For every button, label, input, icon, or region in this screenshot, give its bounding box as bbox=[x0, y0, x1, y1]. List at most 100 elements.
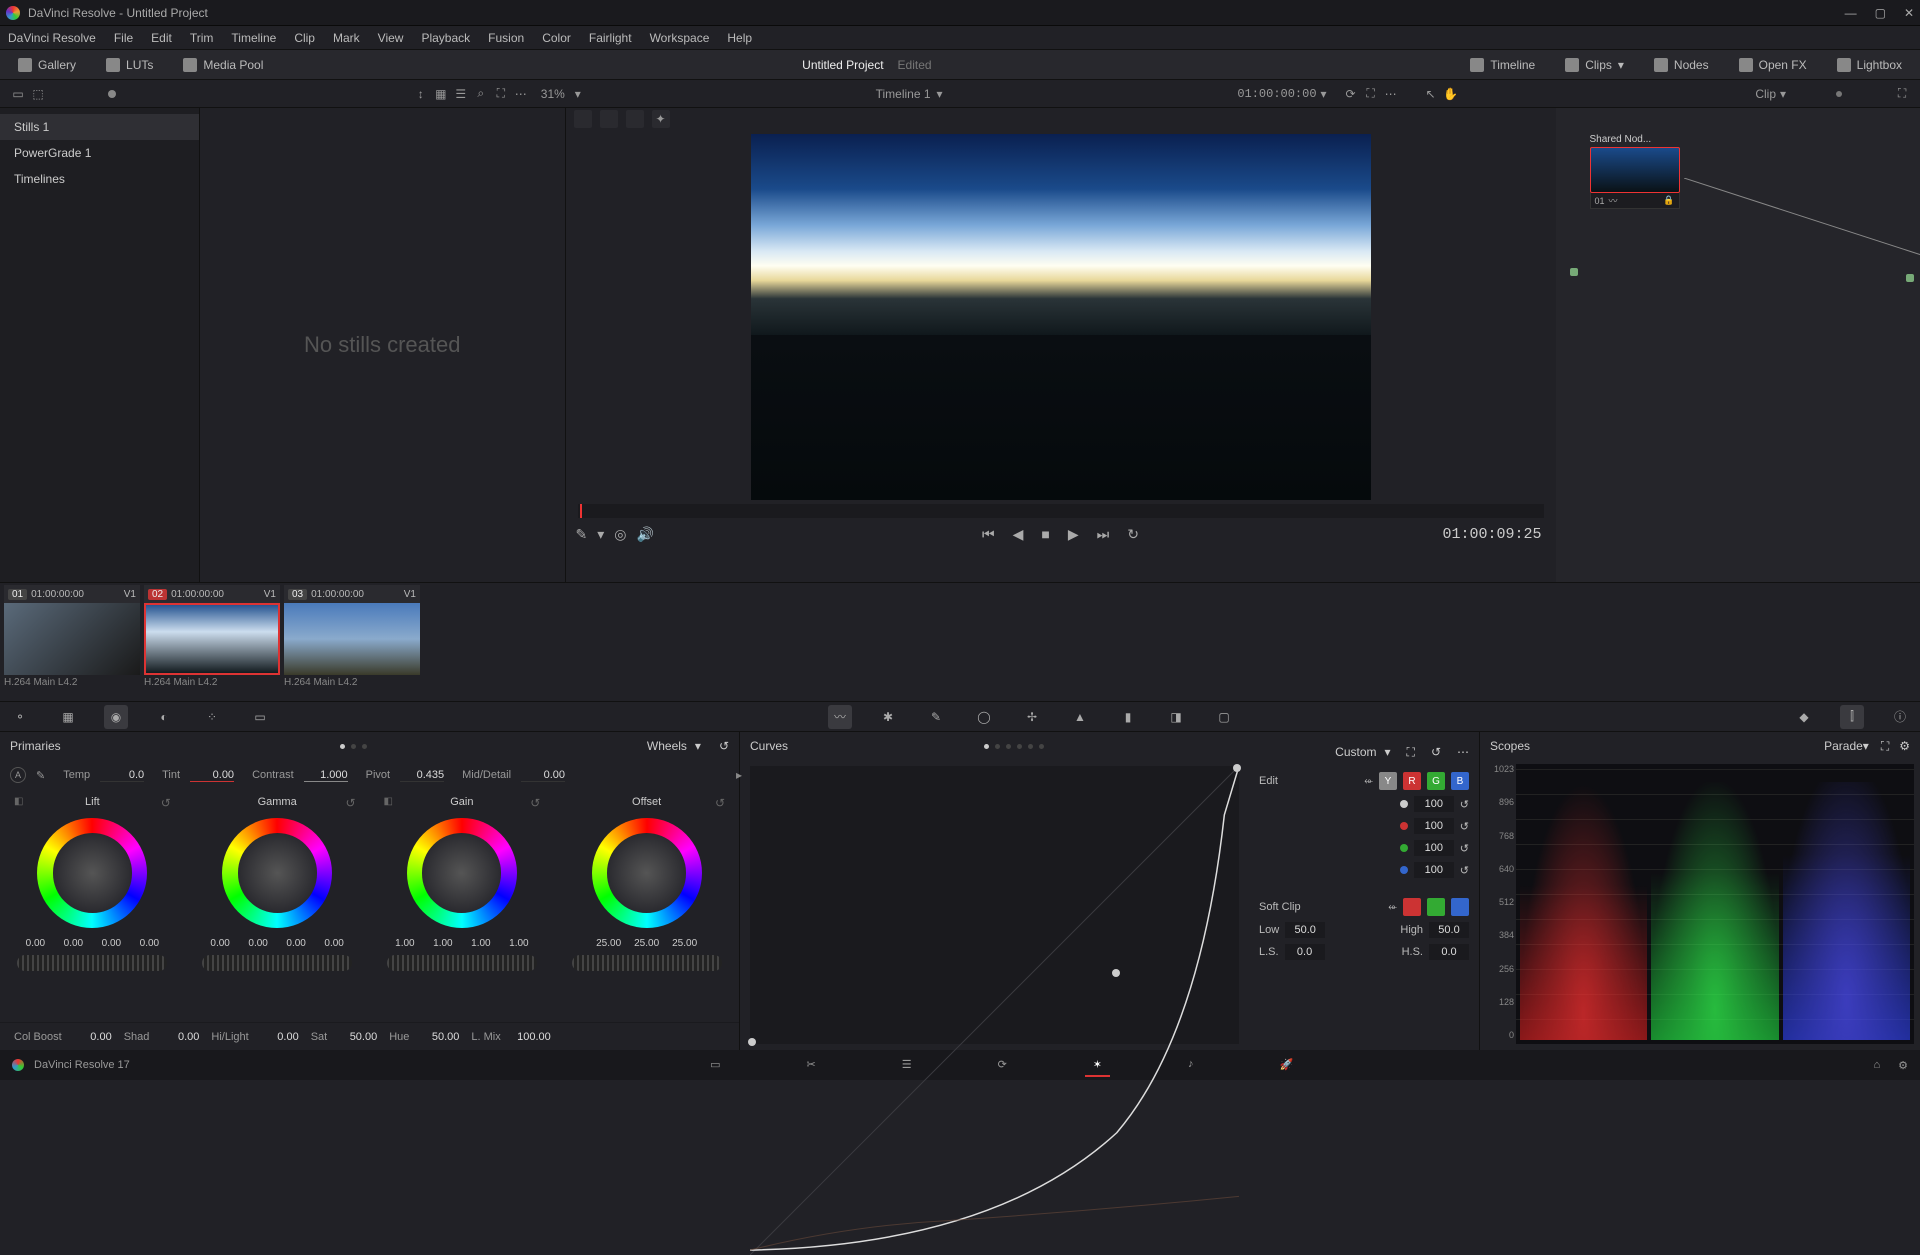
offset-jog[interactable] bbox=[572, 955, 722, 971]
chevron-down-icon[interactable]: ▾ bbox=[1385, 745, 1391, 759]
node-input[interactable] bbox=[1570, 268, 1578, 276]
primaries-mode[interactable]: Wheels bbox=[647, 739, 687, 753]
lightbox-toggle[interactable]: Lightbox bbox=[1829, 55, 1910, 75]
sat-value[interactable]: 50.00 bbox=[335, 1031, 377, 1043]
channel-g[interactable]: G bbox=[1427, 772, 1445, 790]
page-deliver-icon[interactable]: 🚀 bbox=[1272, 1054, 1302, 1077]
highlight-icon[interactable] bbox=[626, 110, 644, 128]
offset-wheel[interactable] bbox=[592, 818, 702, 928]
hand-icon[interactable]: ✋ bbox=[1441, 84, 1461, 104]
reset-icon[interactable]: ↺ bbox=[715, 796, 725, 810]
clip-thumbnail[interactable]: 0201:00:00:00V1 H.264 Main L4.2 bbox=[144, 585, 280, 688]
mediapool-toggle[interactable]: Media Pool bbox=[175, 55, 271, 75]
split-icon[interactable] bbox=[600, 110, 618, 128]
b-intensity[interactable] bbox=[1414, 862, 1454, 878]
reset-icon[interactable]: ↺ bbox=[1460, 820, 1469, 833]
palette-curves-icon[interactable]: 〰 bbox=[828, 705, 852, 729]
bw-picker-icon[interactable]: ◧ bbox=[384, 796, 393, 807]
last-frame-icon[interactable]: ⏭ bbox=[1097, 526, 1110, 543]
node[interactable]: Shared Nod... 01〰🔒 bbox=[1590, 134, 1680, 209]
chevron-down-icon[interactable]: ▾ bbox=[597, 526, 604, 543]
menu-file[interactable]: File bbox=[114, 31, 133, 45]
close-icon[interactable]: ✕ bbox=[1904, 6, 1914, 20]
reset-icon[interactable]: ↺ bbox=[1431, 745, 1441, 759]
palette-hdr-icon[interactable]: ◐ bbox=[152, 705, 176, 729]
menu-davinci[interactable]: DaVinci Resolve bbox=[8, 31, 96, 45]
gallery-powergrade[interactable]: PowerGrade 1 bbox=[0, 140, 199, 166]
curve-point[interactable] bbox=[1233, 764, 1241, 772]
palette-colormatch-icon[interactable]: ▦ bbox=[56, 705, 80, 729]
palette-camera-raw-icon[interactable]: ⚬ bbox=[8, 705, 32, 729]
reset-icon[interactable]: ↺ bbox=[530, 796, 540, 810]
chevron-down-icon[interactable]: ▾ bbox=[575, 87, 581, 101]
reset-icon[interactable]: ↺ bbox=[345, 796, 355, 810]
stills-grab-icon[interactable]: ⬚ bbox=[28, 84, 48, 104]
hilight-value[interactable]: 0.00 bbox=[257, 1031, 299, 1043]
transport-timecode[interactable]: 01:00:09:25 bbox=[1442, 526, 1541, 543]
timeline-toggle[interactable]: Timeline bbox=[1462, 55, 1543, 75]
reset-icon[interactable]: ↺ bbox=[1460, 864, 1469, 877]
nodes-toggle[interactable]: Nodes bbox=[1646, 55, 1717, 75]
gallery-stills[interactable]: Stills 1 bbox=[0, 114, 199, 140]
timecode-in[interactable]: 01:00:00:00 bbox=[1237, 87, 1316, 101]
search-icon[interactable]: ⌕ bbox=[471, 84, 491, 104]
curve-handle-icon[interactable]: ▸ bbox=[736, 768, 742, 782]
timeline-name[interactable]: Timeline 1 bbox=[876, 87, 931, 101]
first-frame-icon[interactable]: ⏮ bbox=[982, 526, 995, 543]
reset-icon[interactable]: ↺ bbox=[161, 796, 171, 810]
palette-blur-icon[interactable]: ▮ bbox=[1116, 705, 1140, 729]
lift-jog[interactable] bbox=[17, 955, 167, 971]
scopes-mode[interactable]: Parade bbox=[1824, 739, 1863, 753]
node-thumbnail[interactable] bbox=[1590, 147, 1680, 193]
info-icon[interactable]: ⓘ bbox=[1888, 705, 1912, 729]
menu-timeline[interactable]: Timeline bbox=[231, 31, 276, 45]
chevron-down-icon[interactable]: ▾ bbox=[1863, 739, 1869, 753]
y-intensity[interactable] bbox=[1414, 796, 1454, 812]
bypass-icon[interactable]: ⟳ bbox=[1341, 84, 1361, 104]
temp-value[interactable]: 0.0 bbox=[100, 769, 144, 782]
openfx-toggle[interactable]: Open FX bbox=[1731, 55, 1815, 75]
fullscreen-icon[interactable]: ⛶ bbox=[1361, 84, 1381, 104]
menu-edit[interactable]: Edit bbox=[151, 31, 172, 45]
node-graph[interactable]: Shared Nod... 01〰🔒 bbox=[1556, 108, 1920, 582]
home-icon[interactable]: ⌂ bbox=[1873, 1059, 1880, 1072]
viewer[interactable] bbox=[751, 134, 1371, 500]
menu-playback[interactable]: Playback bbox=[421, 31, 470, 45]
shad-value[interactable]: 0.00 bbox=[157, 1031, 199, 1043]
gain-jog[interactable] bbox=[387, 955, 537, 971]
scrubber[interactable] bbox=[578, 504, 1544, 518]
mid-value[interactable]: 0.00 bbox=[521, 769, 565, 782]
high-value[interactable] bbox=[1429, 922, 1469, 938]
contrast-value[interactable]: 1.000 bbox=[304, 769, 348, 782]
low-value[interactable] bbox=[1285, 922, 1325, 938]
hs-value[interactable] bbox=[1429, 944, 1469, 960]
sc-channel-b[interactable] bbox=[1451, 898, 1469, 916]
clip-thumbnail[interactable]: 0101:00:00:00V1 H.264 Main L4.2 bbox=[4, 585, 140, 688]
menu-workspace[interactable]: Workspace bbox=[650, 31, 710, 45]
chevron-down-icon[interactable]: ▾ bbox=[1321, 87, 1327, 101]
step-back-icon[interactable]: ◀ bbox=[1013, 526, 1024, 543]
menu-clip[interactable]: Clip bbox=[294, 31, 315, 45]
clip-thumbnail[interactable]: 0301:00:00:00V1 H.264 Main L4.2 bbox=[284, 585, 420, 688]
tint-value[interactable]: 0.00 bbox=[190, 769, 234, 782]
node-expand-icon[interactable]: ⛶ bbox=[1892, 84, 1912, 104]
lmix-value[interactable]: 100.00 bbox=[509, 1031, 551, 1043]
loop-icon[interactable]: ↻ bbox=[1127, 526, 1139, 543]
reset-icon[interactable]: ↺ bbox=[1460, 842, 1469, 855]
curves-mode[interactable]: Custom bbox=[1335, 745, 1376, 759]
ls-value[interactable] bbox=[1285, 944, 1325, 960]
luts-toggle[interactable]: LUTs bbox=[98, 55, 161, 75]
expand-icon[interactable]: ⛶ bbox=[1407, 745, 1415, 760]
palette-qualifier-icon[interactable]: ✎ bbox=[924, 705, 948, 729]
minimize-icon[interactable]: — bbox=[1845, 6, 1857, 20]
gamma-jog[interactable] bbox=[202, 955, 352, 971]
palette-key-icon[interactable]: ◨ bbox=[1164, 705, 1188, 729]
pivot-value[interactable]: 0.435 bbox=[400, 769, 444, 782]
menu-fusion[interactable]: Fusion bbox=[488, 31, 524, 45]
menu-color[interactable]: Color bbox=[542, 31, 571, 45]
mute-icon[interactable]: 🔊 bbox=[636, 526, 653, 543]
image-wipe-icon[interactable] bbox=[574, 110, 592, 128]
sc-channel-r[interactable] bbox=[1403, 898, 1421, 916]
scopes-icon[interactable]: ⫿ bbox=[1840, 705, 1864, 729]
colboost-value[interactable]: 0.00 bbox=[70, 1031, 112, 1043]
